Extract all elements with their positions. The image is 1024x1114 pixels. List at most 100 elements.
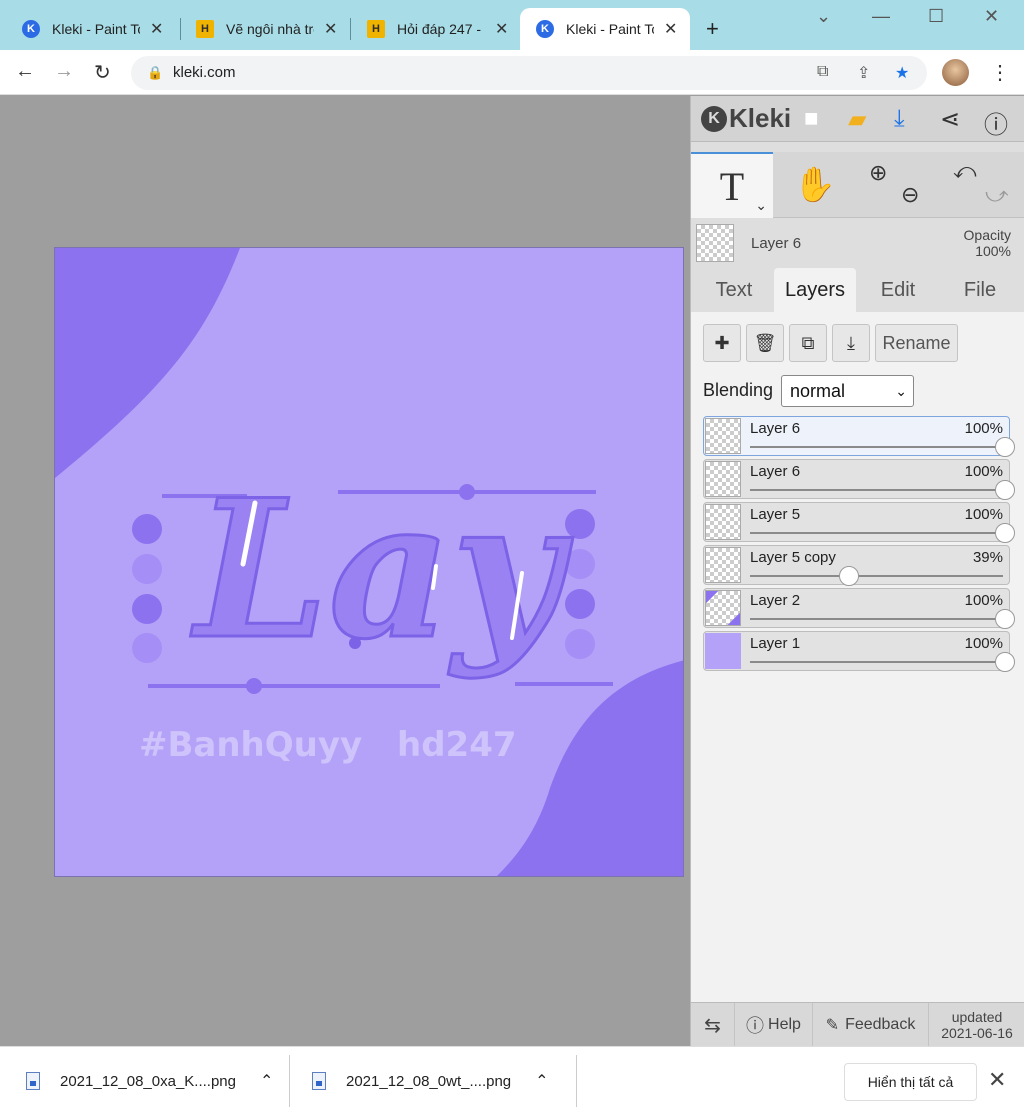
forward-icon[interactable]: → [54,60,74,83]
layer-opacity: 100% [964,592,1003,609]
panel-footer: ⇆ ⓘ Help ✎ Feedback updated 2021-06-16 [691,1002,1024,1047]
help-button[interactable]: ⓘ Help [735,1003,813,1047]
opacity-slider-knob[interactable] [995,523,1015,543]
zoom-out-icon[interactable]: ⊖ [901,182,919,208]
kleki-logo[interactable]: K Kleki [701,103,791,134]
browser-tab-2[interactable]: H Vẽ ngôi nhà trên ✕ [174,8,350,50]
browser-tab-3[interactable]: H Hỏi đáp 247 - ✕ [345,8,521,50]
new-tab-button[interactable]: + [706,16,719,42]
opacity-slider-track[interactable] [750,618,1003,620]
help-icon[interactable]: ⓘ [984,105,1008,140]
zoom-buttons[interactable]: ⊕ ⊖ [857,152,937,218]
opacity-slider-knob[interactable] [995,480,1015,500]
updated-info[interactable]: updated 2021-06-16 [929,1003,1024,1047]
browser-tab-1[interactable]: K Kleki - Paint Tool ✕ [0,8,178,50]
feedback-button[interactable]: ✎ Feedback [813,1003,929,1047]
merge-layer-button[interactable]: ⤓ [832,324,870,362]
close-tab-icon[interactable]: ✕ [495,19,508,39]
back-icon[interactable]: ← [15,60,35,83]
minimize-icon[interactable]: — [872,6,890,27]
browser-menu-icon[interactable]: ⋮ [990,60,1010,85]
layer-opacity: 100% [964,463,1003,480]
url-text[interactable]: kleki.com [173,64,236,81]
caption-site: hd247 [397,725,517,765]
opacity-slider-track[interactable] [750,575,1003,577]
bookmark-star-icon[interactable]: ★ [895,63,909,83]
hoidap-favicon-icon: H [196,20,214,38]
omnibox[interactable]: 🔒 kleki.com ⧉ ⇪ ★ [131,56,927,90]
layer-row[interactable]: Layer 1 100% [703,631,1015,672]
layer-row[interactable]: Layer 5 copy 39% [703,545,1010,586]
close-tab-icon[interactable]: ✕ [324,19,337,39]
download-separator [576,1055,577,1107]
tab-edit[interactable]: Edit [859,268,937,312]
kleki-logo-icon: K [701,105,727,132]
tab-strip: K Kleki - Paint Tool ✕ H Vẽ ngôi nhà trê… [0,0,1024,50]
panel-tabs: Text Layers Edit File [691,268,1024,312]
kleki-favicon-icon: K [536,20,554,38]
layer-row[interactable]: Layer 6 100% [703,459,1015,500]
maximize-icon[interactable]: ☐ [928,6,944,27]
close-tab-icon[interactable]: ✕ [664,19,677,39]
tab-search-icon[interactable]: ⌄ [816,6,831,27]
artboard-canvas[interactable]: Lay #BanhQuyy hd247 [54,247,684,877]
lock-icon[interactable]: 🔒 [147,65,163,81]
tab-title: Hỏi đáp 247 - [397,21,482,37]
layer-row[interactable]: Layer 6 100% [703,416,1015,457]
hand-tool-button[interactable]: ✋ [775,152,855,218]
canvas-workspace[interactable]: Lay #BanhQuyy hd247 [0,96,690,1046]
chevron-up-icon[interactable]: ⌃ [260,1071,273,1091]
layer-opacity: 100% [964,506,1003,523]
blending-value: normal [790,381,846,401]
show-all-downloads-button[interactable]: Hiển thị tất cả [844,1063,977,1101]
opacity-slider-track[interactable] [750,446,1003,448]
tab-file[interactable]: File [941,268,1019,312]
opacity-slider-track[interactable] [750,489,1003,491]
redo-icon[interactable]: ⤻ [985,182,1009,208]
translate-icon[interactable]: ⧉ [817,63,828,81]
address-bar: ← → ↻ 🔒 kleki.com ⧉ ⇪ ★ ⋮ [0,50,1024,95]
profile-avatar[interactable] [942,59,969,86]
browser-tab-4-active[interactable]: K Kleki - Paint Tool ✕ [520,8,690,50]
opacity-slider-knob[interactable] [995,437,1015,457]
window-close-icon[interactable]: ✕ [984,6,999,27]
undo-icon[interactable]: ⤺ [953,158,977,184]
download-icon[interactable]: ⤓ [894,105,905,133]
download-item-1[interactable]: 2021_12_08_0xa_K....png ⌃ [26,1047,273,1114]
layer-thumbnail [705,590,741,626]
add-layer-button[interactable]: ✚ [703,324,741,362]
share-icon[interactable]: ⋖ [940,105,960,134]
side-dot [132,554,162,584]
layer-row[interactable]: Layer 5 100% [703,502,1015,543]
top-left-blob [55,248,240,478]
new-file-icon[interactable]: ■ [804,105,819,133]
rename-layer-button[interactable]: Rename [875,324,958,362]
chevron-up-icon[interactable]: ⌃ [535,1071,548,1091]
undo-redo-buttons[interactable]: ⤺ ⤻ [939,152,1024,218]
opacity-slider-track[interactable] [750,532,1003,534]
close-download-bar-icon[interactable]: ✕ [988,1067,1006,1093]
tab-text[interactable]: Text [695,268,773,312]
open-folder-icon[interactable]: ▰ [848,105,866,134]
side-dot [565,549,595,579]
text-tool-button[interactable]: T ⌄ [691,152,773,218]
chevron-down-icon: ⌄ [895,383,907,399]
download-item-2[interactable]: 2021_12_08_0wt_....png ⌃ [312,1047,549,1114]
opacity-slider-knob[interactable] [839,566,860,586]
layer-row[interactable]: Layer 2 100% [703,588,1015,629]
opacity-value: 100% [975,243,1011,259]
chevron-down-icon[interactable]: ⌄ [755,197,767,214]
delete-layer-button[interactable]: 🗑 [746,324,784,362]
reload-icon[interactable]: ↻ [94,60,111,85]
blending-select[interactable]: normal ⌄ [781,375,914,407]
tab-layers[interactable]: Layers [774,268,856,312]
opacity-slider-knob[interactable] [995,652,1015,672]
share-icon[interactable]: ⇪ [857,63,870,83]
close-tab-icon[interactable]: ✕ [150,19,163,39]
zoom-in-icon[interactable]: ⊕ [869,160,887,186]
opacity-slider-knob[interactable] [995,609,1015,629]
opacity-slider-track[interactable] [750,661,1003,663]
tab-title: Kleki - Paint Tool [52,21,140,37]
swap-side-button[interactable]: ⇆ [691,1003,735,1047]
duplicate-layer-button[interactable]: ⧉ [789,324,827,362]
